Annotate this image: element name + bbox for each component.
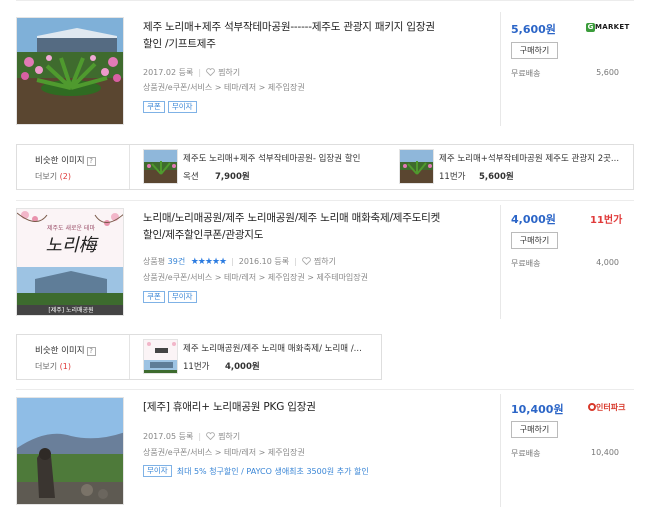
product-3-meta: 2017.05 등록 | 찜하기 (143, 432, 241, 441)
product-2-shipping-value: 4,000 (596, 258, 619, 267)
similar-item-2[interactable]: 제주 노리매+석부작테마공원 제주도 관광지 2곳... 11번가 5,600원 (399, 149, 631, 185)
similar-item-1[interactable]: 제주도 노리매+제주 석부작테마공원- 입장권 할인 옥션 7,900원 (143, 149, 383, 185)
product-1-buy-button[interactable]: 구매하기 (511, 42, 558, 59)
top-border (16, 0, 634, 1)
similar-images-label: 비슷한 이미지? (35, 154, 96, 166)
product-1-wish[interactable]: 찜하기 (206, 68, 240, 77)
tag-interest-free: 무이자 (167, 291, 197, 303)
similar-item-thumbnail[interactable] (143, 339, 178, 374)
product-1-title-line2[interactable]: 할인 /기프트제주 (143, 36, 488, 53)
product-2-buy-button[interactable]: 구매하기 (511, 232, 558, 249)
product-3-promo[interactable]: 최대 5% 청구할인 / PAYCO 생애최초 3500원 추가 할인 (177, 466, 369, 477)
similar-images-label: 비슷한 이미지? (35, 344, 96, 356)
divider (129, 145, 130, 189)
separator (16, 200, 634, 201)
thumbnail-script-logo: 노리梅 (45, 235, 97, 256)
product-3-price[interactable]: 10,400원 (511, 401, 564, 417)
similar-item-price: 5,600원 (479, 172, 514, 182)
product-3-shipping-value: 10,400 (591, 448, 619, 457)
heart-icon (301, 257, 311, 265)
product-2-shipping-label: 무료배송 (511, 259, 541, 268)
product-1-price[interactable]: 5,600원 (511, 21, 556, 37)
similar-item-price: 4,000원 (225, 362, 260, 372)
product-1-title-line1[interactable]: 제주 노리매+제주 석부작테마공원------제주도 관광지 패키지 입장권 (143, 19, 488, 36)
divider (500, 12, 501, 126)
wish-label: 찜하기 (218, 68, 241, 77)
help-icon[interactable]: ? (86, 347, 96, 356)
product-2-title-line2[interactable]: 할인/제주할인쿠폰/관광지도 (143, 227, 493, 244)
product-1-tags: 쿠폰 무이자 (143, 101, 200, 113)
product-2-title-line1[interactable]: 노리매/노리매공원/제주 노리매공원/제주 노리매 매화축제/제주도티켓 (143, 210, 493, 227)
gmarket-logo-icon: G (586, 23, 595, 32)
product-2-meta: 상품평 39건 ★★★★★ | 2016.10 등록 | 찜하기 (143, 257, 336, 267)
tag-interest-free: 무이자 (143, 465, 172, 477)
tag-interest-free: 무이자 (167, 101, 197, 113)
product-1-mall-logo[interactable]: G MARKET (586, 22, 630, 32)
product-1-meta: 2017.02 등록 | 찜하기 (143, 68, 241, 77)
divider (129, 335, 130, 379)
product-3-title[interactable]: [제주] 휴애리+ 노리매공원 PKG 입장권 (143, 399, 488, 416)
product-3-category[interactable]: 상품권/e쿠폰/서비스 > 테마/레저 > 제주입장권 (143, 447, 305, 458)
product-1-shipping-label: 무료배송 (511, 69, 541, 78)
heart-icon (206, 68, 215, 76)
product-2-mall-logo[interactable]: 11번가 (590, 211, 622, 226)
product-2-date: 2016.10 등록 (238, 257, 290, 266)
product-1-title[interactable]: 제주 노리매+제주 석부작테마공원------제주도 관광지 패키지 입장권 할… (143, 19, 488, 53)
product-2-thumbnail[interactable]: 제주도 새로운 테마 노리梅 [제주] 노리매공원 (16, 208, 124, 316)
product-1-date: 2017.02 등록 (143, 68, 194, 77)
product-2-wish[interactable]: 찜하기 (301, 257, 336, 266)
similar-item-title[interactable]: 제주 노리매공원/제주 노리매 매화축제/ 노리매 /... (183, 342, 377, 354)
similar-item-thumbnail[interactable] (399, 149, 434, 184)
wish-label: 찜하기 (313, 257, 336, 266)
heart-icon (206, 432, 215, 440)
interpark-logo-icon (588, 403, 596, 411)
similar-images-box-2: 비슷한 이미지? 더보기 (1) 제주 노리매공원/제주 노리매 매화축제/ 노… (16, 334, 382, 380)
separator (16, 389, 634, 390)
tag-coupon: 쿠폰 (143, 101, 165, 113)
product-3-buy-button[interactable]: 구매하기 (511, 421, 558, 438)
product-2-title[interactable]: 노리매/노리매공원/제주 노리매공원/제주 노리매 매화축제/제주도티켓 할인/… (143, 210, 493, 244)
similar-item-price: 7,900원 (215, 172, 250, 182)
product-3-wish[interactable]: 찜하기 (206, 432, 240, 441)
similar-item-mall: 11번가 (439, 172, 466, 182)
product-3-date: 2017.05 등록 (143, 432, 194, 441)
product-1-category[interactable]: 상품권/e쿠폰/서비스 > 테마/레저 > 제주입장권 (143, 82, 305, 93)
product-3-tags: 무이자 최대 5% 청구할인 / PAYCO 생애최초 3500원 추가 할인 (143, 465, 369, 477)
review-count[interactable]: 39건 (168, 257, 186, 266)
product-1-thumbnail[interactable] (16, 17, 124, 125)
similar-item-title[interactable]: 제주 노리매+석부작테마공원 제주도 관광지 2곳... (439, 152, 631, 164)
wish-label: 찜하기 (218, 432, 241, 441)
product-2-category[interactable]: 상품권/e쿠폰/서비스 > 테마/레저 > 제주입장권 > 제주테마입장권 (143, 272, 368, 283)
divider (500, 205, 501, 319)
product-3-thumbnail[interactable] (16, 397, 124, 505)
divider (500, 394, 501, 507)
similar-images-box-1: 비슷한 이미지? 더보기 (2) 제주도 노리매+제주 석부작테마공원- 입장권… (16, 144, 634, 190)
product-3-shipping-label: 무료배송 (511, 449, 541, 458)
thumbnail-caption: [제주] 노리매공원 (48, 307, 94, 314)
product-2-tags: 쿠폰 무이자 (143, 291, 200, 303)
product-2-reviews[interactable]: 상품평 39건 (143, 257, 185, 266)
tag-coupon: 쿠폰 (143, 291, 165, 303)
product-2-price[interactable]: 4,000원 (511, 211, 556, 227)
similar-item-mall: 11번가 (183, 362, 210, 372)
product-1-shipping-value: 5,600 (596, 68, 619, 77)
help-icon[interactable]: ? (86, 157, 96, 166)
similar-more-link[interactable]: 더보기 (2) (35, 171, 71, 182)
similar-item-mall: 옥션 (183, 172, 199, 182)
similar-item-title[interactable]: 제주도 노리매+제주 석부작테마공원- 입장권 할인 (183, 152, 383, 164)
rating-stars: ★★★★★ (190, 257, 227, 267)
similar-more-link[interactable]: 더보기 (1) (35, 361, 71, 372)
similar-item-1[interactable]: 제주 노리매공원/제주 노리매 매화축제/ 노리매 /... 11번가 4,00… (143, 339, 379, 375)
product-3-mall-logo[interactable]: 인터파크 (588, 402, 625, 413)
similar-item-thumbnail[interactable] (143, 149, 178, 184)
